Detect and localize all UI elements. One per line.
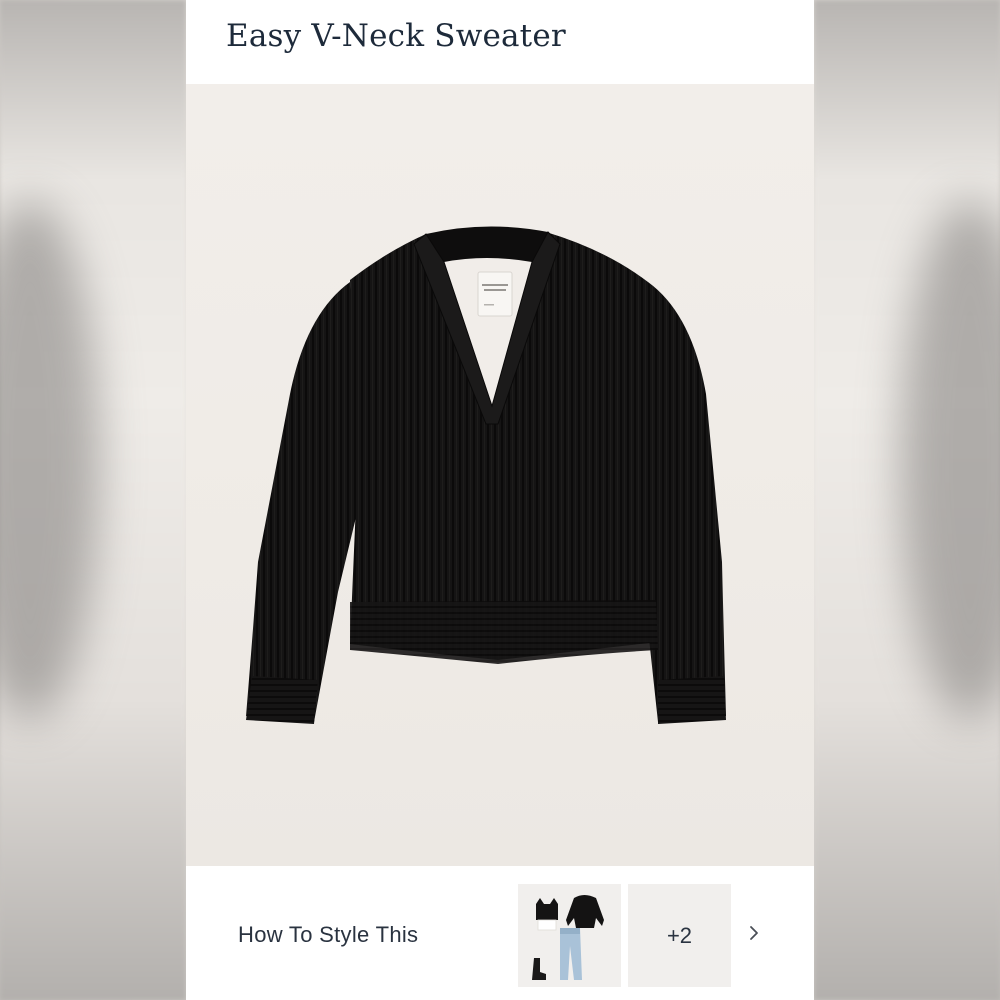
left-sleeve [246, 282, 364, 722]
left-cuff [246, 676, 318, 724]
sweater-image [246, 226, 726, 724]
title-bar: Easy V-Neck Sweater [186, 0, 814, 84]
outfit-thumbnail[interactable] [518, 884, 621, 987]
outfit-image [532, 895, 604, 980]
jeans [560, 928, 582, 980]
more-count: +2 [666, 923, 693, 948]
right-cuff [658, 676, 726, 724]
how-to-style-label: How To Style This [238, 922, 419, 947]
product-image[interactable] [186, 84, 814, 866]
more-outfits-button[interactable]: +2 [628, 884, 731, 987]
brand-tag [477, 271, 513, 317]
hem-band [350, 600, 658, 664]
product-title: Easy V-Neck Sweater [226, 18, 566, 54]
style-bar: How To Style This +2 [186, 866, 814, 1000]
chevron-right-icon[interactable] [740, 919, 768, 947]
cardigan [566, 895, 604, 928]
neck-back [426, 226, 548, 262]
product-card: Easy V-Neck Sweater How To Style This +2 [186, 0, 814, 1000]
tank-top [536, 898, 558, 920]
boots [532, 958, 546, 980]
